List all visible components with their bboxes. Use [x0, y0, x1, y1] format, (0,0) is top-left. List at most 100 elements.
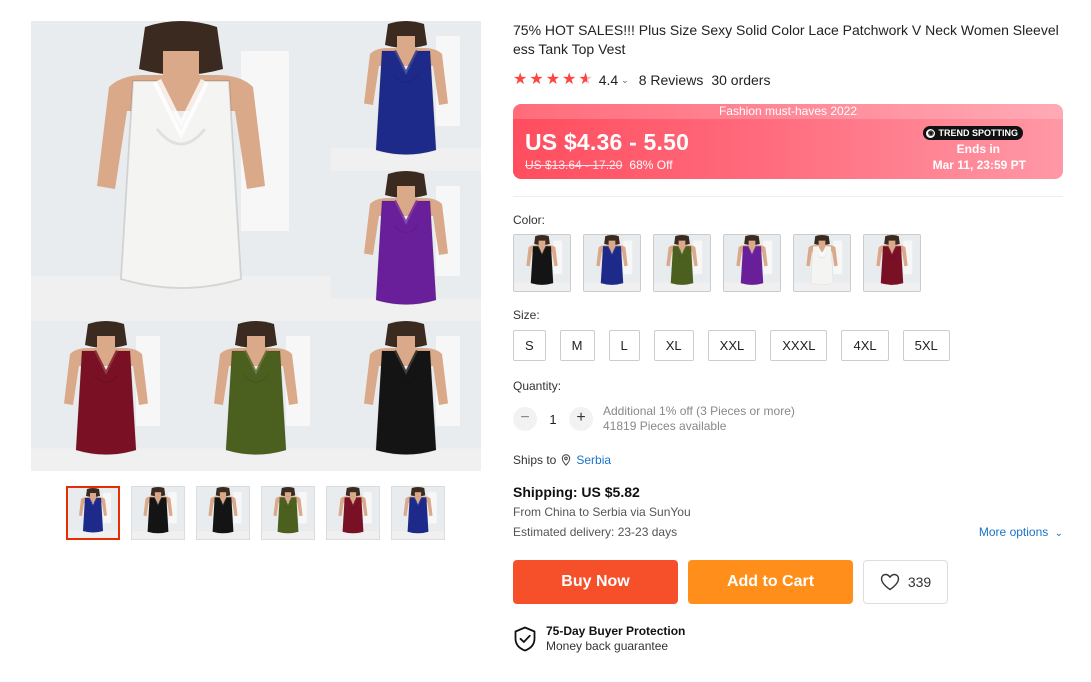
star-rating: ★ ★ ★ ★ ★: [513, 72, 593, 88]
thumbnail-image-navy: [392, 487, 444, 539]
ships-to-row: Ships to Serbia: [513, 453, 1063, 467]
product-gallery: [31, 21, 481, 471]
quantity-plus-button[interactable]: +: [569, 407, 593, 431]
image-tile-navy[interactable]: [331, 21, 481, 171]
star-icon: ★: [545, 71, 561, 88]
buyer-protection-text: 75-Day Buyer Protection Money back guara…: [546, 624, 685, 653]
quantity-minus-button[interactable]: −: [513, 407, 537, 431]
swatch-image-olive: [654, 235, 710, 291]
reviews-link[interactable]: 8 Reviews: [639, 72, 704, 88]
stock-available: 41819 Pieces available: [603, 419, 727, 433]
rating-value[interactable]: 4.4: [599, 72, 618, 88]
trend-icon: ◉: [926, 128, 936, 138]
discount-percent: 68% Off: [629, 158, 673, 172]
quantity-note: Additional 1% off (3 Pieces or more) 418…: [603, 404, 795, 434]
thumbnail-wine[interactable]: [326, 486, 380, 540]
swatch-white[interactable]: [793, 234, 851, 292]
image-tile-purple[interactable]: [331, 171, 481, 321]
buy-now-button[interactable]: Buy Now: [513, 560, 678, 604]
swatch-image-navy: [584, 235, 640, 291]
model-image-white: [31, 21, 331, 321]
buyer-protection: 75-Day Buyer Protection Money back guara…: [513, 624, 1063, 653]
model-image-black: [331, 321, 481, 471]
swatch-navy[interactable]: [583, 234, 641, 292]
rating-row: ★ ★ ★ ★ ★ 4.4 ⌄ 8 Reviews 30 orders: [513, 71, 1063, 89]
divider: [513, 196, 1063, 197]
shipping-route: From China to Serbia via SunYou: [513, 505, 691, 519]
size-option-xxl[interactable]: XXL: [707, 330, 757, 361]
ships-to-location[interactable]: Serbia: [576, 453, 611, 467]
image-tile-wine[interactable]: [31, 321, 181, 471]
size-option-4xl[interactable]: 4XL: [841, 330, 889, 361]
swatch-black[interactable]: [513, 234, 571, 292]
shield-check-icon: [514, 626, 536, 651]
orders-count: 30 orders: [711, 72, 771, 88]
model-image-purple: [331, 171, 481, 321]
strikethrough-price: US $13.64 - 17.20: [525, 158, 623, 172]
quantity-stepper: − 1 + Additional 1% off (3 Pieces or mor…: [513, 404, 1063, 434]
ends-in-label: Ends in: [956, 142, 1000, 156]
swatch-image-purple: [724, 235, 780, 291]
swatch-purple[interactable]: [723, 234, 781, 292]
size-option-xl[interactable]: XL: [653, 330, 694, 361]
shipping-cost: Shipping: US $5.82: [513, 484, 640, 500]
heart-icon: [880, 573, 900, 591]
trend-badge-label: TREND SPOTTING: [938, 128, 1018, 138]
size-option-s[interactable]: S: [513, 330, 546, 361]
swatch-image-white: [794, 235, 850, 291]
swatch-olive[interactable]: [653, 234, 711, 292]
add-to-cart-button[interactable]: Add to Cart: [688, 560, 853, 604]
original-price: US $13.64 - 17.20 68% Off: [525, 158, 673, 172]
product-title: 75% HOT SALES!!! Plus Size Sexy Solid Co…: [513, 22, 1059, 57]
banner-headline: Fashion must-haves 2022: [513, 104, 1063, 119]
more-options-link[interactable]: More options ⌄: [979, 525, 1063, 539]
model-image-olive: [181, 321, 331, 471]
location-pin-icon: [562, 454, 571, 466]
main-image-white-top[interactable]: [31, 21, 331, 321]
price-banner: Fashion must-haves 2022 US $4.36 - 5.50 …: [513, 104, 1063, 179]
delivery-row: Estimated delivery: 23-23 days More opti…: [513, 525, 1063, 539]
size-label: Size:: [513, 308, 540, 322]
thumbnail-strip: [66, 486, 445, 540]
trend-badge: ◉ TREND SPOTTING: [923, 126, 1023, 140]
color-swatches: [513, 234, 1063, 292]
size-options: S M L XL XXL XXXL 4XL 5XL: [513, 330, 1063, 361]
bulk-discount-note: Additional 1% off (3 Pieces or more): [603, 404, 795, 418]
model-image-wine: [31, 321, 181, 471]
thumbnail-image-wine: [327, 487, 379, 539]
chevron-down-icon[interactable]: ⌄: [621, 75, 629, 86]
size-option-5xl[interactable]: 5XL: [902, 330, 950, 361]
half-star-icon: ★: [578, 71, 593, 88]
thumbnail-olive[interactable]: [261, 486, 315, 540]
thumbnail-black[interactable]: [131, 486, 185, 540]
thumbnail-image-black-back: [197, 487, 249, 539]
quantity-input[interactable]: 1: [537, 412, 569, 427]
thumbnail-image-collage: [68, 488, 118, 538]
thumbnail-navy[interactable]: [391, 486, 445, 540]
ends-in-time: Mar 11, 23:59 PT: [932, 158, 1026, 172]
thumbnail-image-black: [132, 487, 184, 539]
wishlist-count: 339: [907, 574, 932, 590]
thumbnail-black-back[interactable]: [196, 486, 250, 540]
wishlist-button[interactable]: 339: [863, 560, 948, 604]
buyer-protection-subtitle: Money back guarantee: [546, 639, 669, 653]
swatch-image-wine: [864, 235, 920, 291]
size-option-xxxl[interactable]: XXXL: [770, 330, 828, 361]
swatch-image-black: [514, 235, 570, 291]
swatch-wine[interactable]: [863, 234, 921, 292]
quantity-label: Quantity:: [513, 379, 562, 393]
ships-to-label: Ships to: [513, 453, 557, 467]
size-option-m[interactable]: M: [559, 330, 595, 361]
image-tile-olive[interactable]: [181, 321, 331, 471]
model-image-navy: [331, 21, 481, 171]
thumbnail-collage[interactable]: [66, 486, 120, 540]
star-icon: ★: [513, 71, 528, 88]
product-info: 75% HOT SALES!!! Plus Size Sexy Solid Co…: [513, 21, 1063, 653]
estimated-delivery: Estimated delivery: 23-23 days: [513, 525, 678, 539]
star-icon: ★: [562, 71, 577, 88]
image-tile-black[interactable]: [331, 321, 481, 471]
current-price: US $4.36 - 5.50: [525, 129, 690, 155]
thumbnail-image-olive: [262, 487, 314, 539]
size-option-l[interactable]: L: [608, 330, 640, 361]
chevron-down-icon: ⌄: [1054, 528, 1063, 539]
